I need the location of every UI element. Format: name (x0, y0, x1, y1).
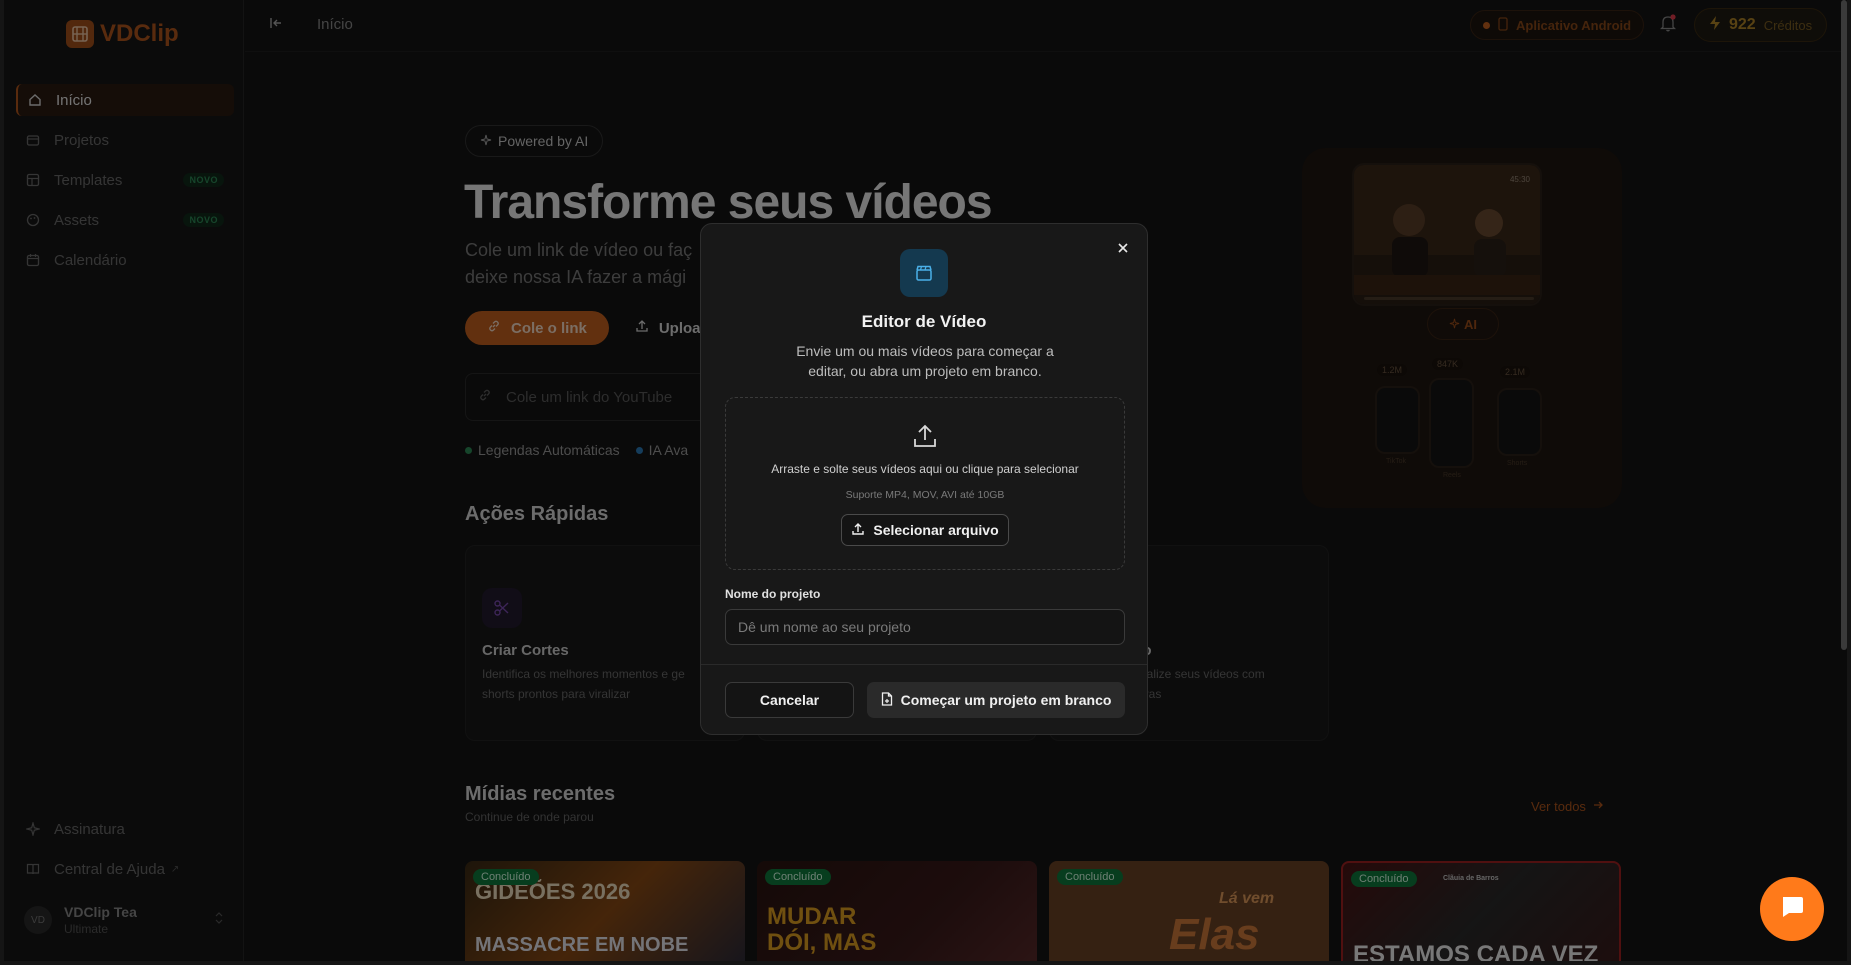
file-dropzone[interactable]: Arraste e solte seus vídeos aqui ou cliq… (725, 397, 1125, 570)
cancel-button[interactable]: Cancelar (725, 682, 854, 718)
chat-widget-button[interactable] (1760, 877, 1824, 941)
modal-title: Editor de Vídeo (861, 312, 987, 331)
project-name-input[interactable] (725, 609, 1125, 645)
modal-divider (701, 664, 1147, 665)
chat-bubble-icon (1779, 895, 1805, 924)
modal-description-line: Envie um ou mais vídeos para começar a (796, 343, 1054, 359)
dropzone-text: Arraste e solte seus vídeos aqui ou cliq… (771, 462, 1079, 476)
modal-description: Envie um ou mais vídeos para começar a e… (775, 341, 1075, 381)
close-icon[interactable] (1113, 238, 1133, 258)
select-file-button[interactable]: Selecionar arquivo (841, 514, 1009, 546)
blank-project-label: Começar um projeto em branco (900, 692, 1112, 708)
video-editor-modal: Editor de Vídeo Envie um ou mais vídeos … (700, 223, 1148, 735)
project-name-label: Nome do projeto (725, 587, 821, 601)
modal-description-line: editar, ou abra um projeto em branco. (808, 363, 1042, 379)
upload-icon (851, 522, 865, 539)
clapperboard-icon (900, 249, 948, 297)
dropzone-subtext: Suporte MP4, MOV, AVI até 10GB (845, 489, 1005, 501)
select-file-label: Selecionar arquivo (873, 522, 999, 538)
file-icon (881, 691, 893, 709)
page-scrollbar[interactable] (1841, 0, 1847, 650)
blank-project-button[interactable]: Começar um projeto em branco (867, 682, 1125, 718)
upload-icon (911, 422, 939, 455)
